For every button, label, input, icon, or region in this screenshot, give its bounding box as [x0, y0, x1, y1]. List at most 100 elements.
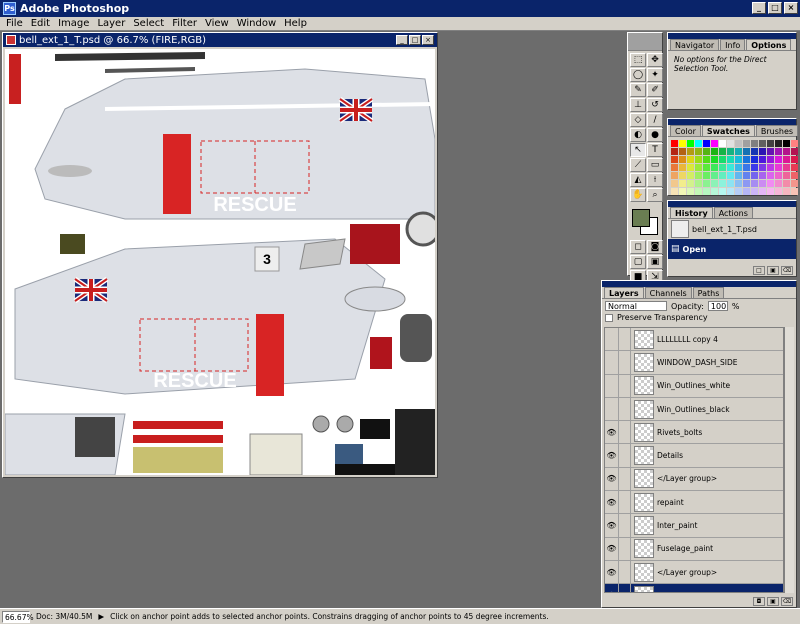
eyedropper-icon[interactable]: ⟊ — [647, 173, 663, 187]
doc-size-info[interactable]: Doc: 3M/40.5M — [36, 612, 92, 621]
tab-info[interactable]: Info — [720, 39, 746, 50]
screen-mode-2-icon[interactable]: ▣ — [647, 255, 663, 269]
eraser-tool-icon[interactable]: ◇ — [630, 113, 646, 127]
eye-icon[interactable] — [605, 328, 619, 351]
layer-row[interactable]: WINDOW_DASH_SIDE — [605, 351, 783, 375]
tab-channels[interactable]: Channels — [644, 287, 692, 298]
new-layer-icon[interactable]: ▣ — [767, 597, 779, 606]
color-swatch[interactable] — [775, 148, 782, 155]
color-swatch[interactable] — [791, 140, 798, 147]
color-swatch[interactable] — [687, 164, 694, 171]
color-swatch[interactable] — [759, 180, 766, 187]
tab-layers[interactable]: Layers — [604, 287, 644, 298]
color-swatch[interactable] — [775, 156, 782, 163]
color-swatch[interactable] — [727, 180, 734, 187]
color-swatch[interactable] — [743, 156, 750, 163]
color-swatch[interactable] — [687, 148, 694, 155]
color-swatch[interactable] — [711, 172, 718, 179]
color-swatch[interactable] — [735, 172, 742, 179]
magic-wand-icon[interactable]: ✦ — [647, 68, 663, 82]
eye-icon[interactable] — [605, 374, 619, 397]
color-swatch[interactable] — [775, 180, 782, 187]
color-swatch[interactable] — [679, 172, 686, 179]
color-swatch[interactable] — [727, 140, 734, 147]
color-swatch[interactable] — [703, 164, 710, 171]
measure-tool-icon[interactable]: ⟋ — [630, 158, 646, 172]
type-tool-icon[interactable]: T — [647, 143, 663, 157]
menu-file[interactable]: File — [2, 17, 27, 30]
color-swatch[interactable] — [743, 188, 750, 195]
color-swatch[interactable] — [759, 156, 766, 163]
color-swatch[interactable] — [783, 172, 790, 179]
paintbrush-icon[interactable] — [619, 560, 631, 584]
color-swatch[interactable] — [679, 156, 686, 163]
hand-tool-icon[interactable]: ✋ — [630, 188, 646, 202]
color-swatch[interactable] — [791, 188, 798, 195]
eye-icon[interactable]: 👁 — [605, 514, 619, 537]
color-swatch[interactable] — [687, 188, 694, 195]
color-swatch[interactable] — [775, 164, 782, 171]
tab-color[interactable]: Color — [670, 125, 701, 136]
color-swatch[interactable] — [671, 164, 678, 171]
color-swatch[interactable] — [743, 180, 750, 187]
new-snapshot-icon[interactable]: ▣ — [767, 266, 779, 275]
history-item[interactable]: ▤ Open — [668, 239, 796, 259]
color-swatch[interactable] — [791, 164, 798, 171]
color-swatch[interactable] — [719, 140, 726, 147]
color-swatch[interactable] — [695, 172, 702, 179]
eye-icon[interactable]: 👁 — [605, 560, 619, 584]
menu-help[interactable]: Help — [280, 17, 311, 30]
foreground-color[interactable] — [632, 209, 650, 227]
eye-icon[interactable]: 👁 — [605, 444, 619, 467]
paintbrush-icon[interactable] — [619, 537, 631, 560]
layer-row[interactable]: LLLLLLLL copy 4 — [605, 328, 783, 352]
paintbrush-icon[interactable] — [619, 444, 631, 467]
layer-row[interactable]: 👁 Inter_paint — [605, 514, 783, 538]
move-tool-icon[interactable]: ✥ — [647, 53, 663, 67]
menu-window[interactable]: Window — [233, 17, 280, 30]
color-swatch[interactable] — [679, 140, 686, 147]
paintbrush-icon[interactable] — [619, 421, 631, 444]
color-swatch[interactable] — [687, 140, 694, 147]
tab-actions[interactable]: Actions — [713, 207, 753, 218]
color-swatch[interactable] — [735, 148, 742, 155]
color-swatch[interactable] — [759, 148, 766, 155]
color-swatch[interactable] — [695, 188, 702, 195]
color-swatch[interactable] — [783, 164, 790, 171]
screen-mode-1-icon[interactable]: ▢ — [630, 255, 646, 269]
opacity-input[interactable]: 100 — [707, 301, 728, 311]
paintbrush-icon[interactable]: ✎ — [619, 584, 631, 592]
color-swatch[interactable] — [719, 188, 726, 195]
paintbrush-icon[interactable] — [619, 491, 631, 514]
close-button[interactable]: × — [784, 2, 798, 14]
color-swatch[interactable] — [671, 148, 678, 155]
color-swatch[interactable] — [759, 172, 766, 179]
dodge-tool-icon[interactable]: ● — [647, 128, 663, 142]
eye-icon[interactable] — [605, 397, 619, 421]
layer-row[interactable]: 👁 Details — [605, 444, 783, 468]
color-swatch[interactable] — [767, 164, 774, 171]
color-swatch[interactable] — [719, 148, 726, 155]
color-swatch[interactable] — [711, 188, 718, 195]
color-swatch[interactable] — [735, 156, 742, 163]
color-swatch[interactable] — [791, 156, 798, 163]
doc-minimize-button[interactable]: _ — [396, 35, 408, 45]
document-title-bar[interactable]: bell_ext_1_T.psd @ 66.7% (FIRE,RGB) _ □ … — [3, 33, 437, 47]
color-swatch[interactable] — [695, 140, 702, 147]
menu-edit[interactable]: Edit — [27, 17, 54, 30]
color-swatch[interactable] — [711, 164, 718, 171]
color-swatch[interactable] — [687, 180, 694, 187]
gradient-tool-icon[interactable]: ▭ — [647, 158, 663, 172]
color-swatch[interactable] — [711, 180, 718, 187]
color-swatch[interactable] — [695, 180, 702, 187]
color-swatch[interactable] — [671, 180, 678, 187]
play-arrow-icon[interactable]: ▶ — [98, 612, 104, 621]
color-swatch[interactable] — [695, 148, 702, 155]
color-swatch[interactable] — [695, 164, 702, 171]
color-swatch[interactable] — [679, 188, 686, 195]
color-swatch[interactable] — [751, 156, 758, 163]
airbrush-tool-icon[interactable]: ✎ — [630, 83, 646, 97]
doc-maximize-button[interactable]: □ — [409, 35, 421, 45]
color-swatch[interactable] — [727, 156, 734, 163]
color-swatch[interactable] — [679, 164, 686, 171]
